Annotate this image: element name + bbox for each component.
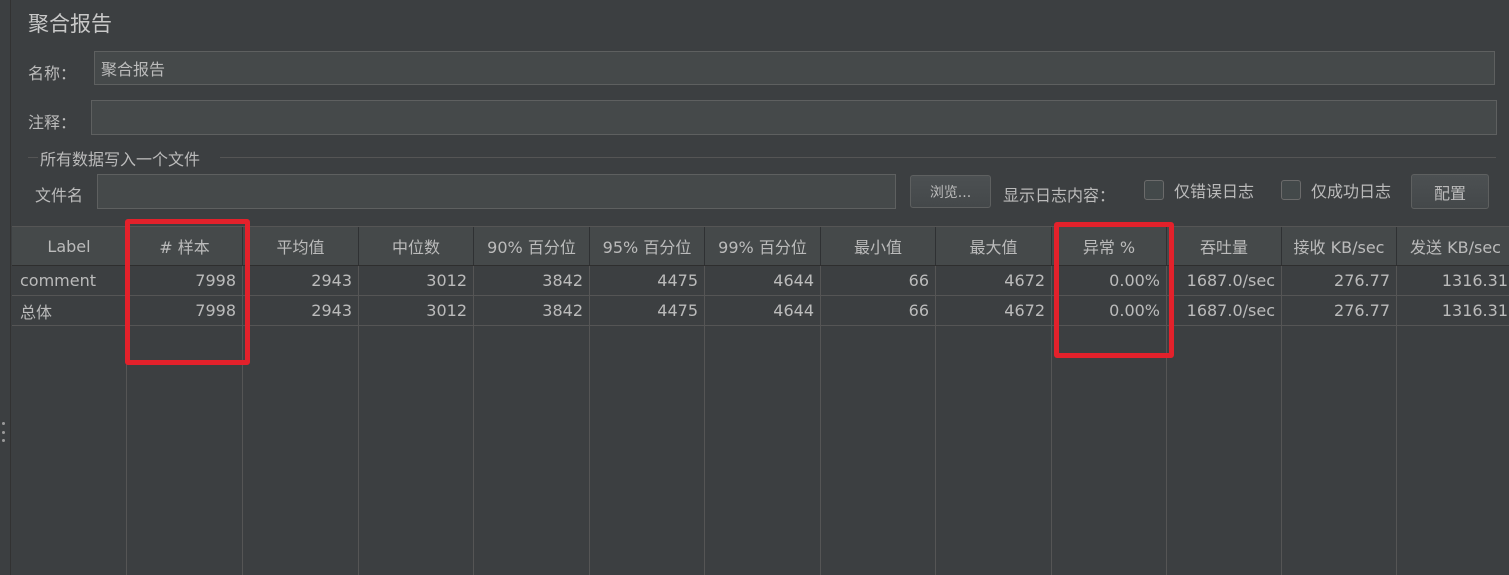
table-cell: 4475 — [590, 296, 705, 325]
table-cell: 1687.0/sec — [1167, 266, 1282, 295]
successes-only-option[interactable]: 仅成功日志 — [1281, 178, 1391, 202]
grid-column — [1397, 326, 1509, 575]
table-cell: 4672 — [936, 266, 1052, 295]
table-row[interactable]: 总体 7998 2943 3012 3842 4475 4644 66 4672 0.00% 168… — [12, 296, 1509, 326]
column-header[interactable]: 最小值 — [821, 227, 936, 265]
table-cell: 4475 — [590, 266, 705, 295]
column-header[interactable]: 吞吐量 — [1167, 227, 1282, 265]
table-cell: 66 — [821, 296, 936, 325]
successes-only-label: 仅成功日志 — [1311, 182, 1392, 201]
table-cell: 4644 — [705, 266, 821, 295]
errors-only-option[interactable]: 仅错误日志 — [1144, 178, 1254, 202]
table-cell: 0.00% — [1052, 266, 1167, 295]
grid-column — [359, 326, 474, 575]
file-group-title: 所有数据写入一个文件 — [38, 146, 203, 170]
table-cell: 7998 — [127, 296, 243, 325]
comment-label: 注释： — [28, 113, 77, 132]
grid-column — [821, 326, 936, 575]
table-cell: 276.77 — [1282, 266, 1397, 295]
grid-column — [12, 326, 127, 575]
table-cell: 3012 — [359, 266, 474, 295]
table-header: Label # 样本 平均值 中位数 90% 百分位 95% 百分位 99% 百分位 最小值最… — [12, 226, 1509, 266]
column-header[interactable]: 95% 百分位 — [590, 227, 705, 265]
table-cell: 3842 — [474, 296, 590, 325]
grid-column — [936, 326, 1052, 575]
group-border-right — [220, 157, 1496, 158]
grid-column — [243, 326, 359, 575]
aggregate-report-panel: 聚合报告 名称： 聚合报告 注释： 所有数据写入一个文件 文件名 浏览... 显… — [0, 0, 1509, 575]
column-header[interactable]: Label — [12, 227, 127, 265]
successes-only-checkbox[interactable] — [1281, 180, 1301, 200]
grid-column — [705, 326, 821, 575]
table-cell: 3842 — [474, 266, 590, 295]
errors-only-label: 仅错误日志 — [1174, 182, 1255, 201]
table-cell: 2943 — [243, 266, 359, 295]
column-header[interactable]: 发送 KB/sec — [1397, 227, 1509, 265]
table-cell: 3012 — [359, 296, 474, 325]
group-border-left — [28, 157, 38, 158]
table-cell: 66 — [821, 266, 936, 295]
table-cell: 1316.31 — [1397, 296, 1509, 325]
comment-field[interactable] — [91, 100, 1497, 135]
column-header[interactable]: 90% 百分位 — [474, 227, 590, 265]
table-cell: 0.00% — [1052, 296, 1167, 325]
results-table: Label # 样本 平均值 中位数 90% 百分位 95% 百分位 99% 百分位 最小值最… — [12, 226, 1509, 575]
table-empty-area — [12, 326, 1509, 575]
grid-column — [1167, 326, 1282, 575]
name-label: 名称： — [28, 64, 77, 83]
name-field[interactable]: 聚合报告 — [94, 51, 1495, 85]
table-cell: 7998 — [127, 266, 243, 295]
left-splitter[interactable] — [0, 0, 11, 575]
column-header[interactable]: 接收 KB/sec — [1282, 227, 1397, 265]
column-header[interactable]: 99% 百分位 — [705, 227, 821, 265]
column-header[interactable]: # 样本 — [127, 227, 243, 265]
table-cell: 4644 — [705, 296, 821, 325]
filename-field[interactable] — [97, 174, 896, 209]
browse-button[interactable]: 浏览... — [910, 175, 991, 208]
errors-only-checkbox[interactable] — [1144, 180, 1164, 200]
table-cell: 总体 — [12, 296, 127, 325]
config-button[interactable]: 配置 — [1411, 174, 1489, 209]
grid-column — [590, 326, 705, 575]
table-cell: 4672 — [936, 296, 1052, 325]
table-cell: 2943 — [243, 296, 359, 325]
log-content-label: 显示日志内容： — [1003, 186, 1116, 205]
column-header[interactable]: 最大值 — [936, 227, 1052, 265]
table-cell: 1687.0/sec — [1167, 296, 1282, 325]
table-cell: 1316.31 — [1397, 266, 1509, 295]
grid-column — [1052, 326, 1167, 575]
filename-label: 文件名 — [35, 186, 84, 205]
table-row[interactable]: comment 7998 2943 3012 3842 4475 4644 66 4672 0.0… — [12, 266, 1509, 296]
grid-column — [127, 326, 243, 575]
column-header[interactable]: 中位数 — [359, 227, 474, 265]
page-title: 聚合报告 — [28, 12, 112, 36]
grid-column — [474, 326, 590, 575]
table-cell: comment — [12, 266, 127, 295]
column-header[interactable]: 平均值 — [243, 227, 359, 265]
table-cell: 276.77 — [1282, 296, 1397, 325]
column-header[interactable]: 异常 % — [1052, 227, 1167, 265]
drag-handle-icon[interactable] — [2, 422, 6, 442]
grid-column — [1282, 326, 1397, 575]
